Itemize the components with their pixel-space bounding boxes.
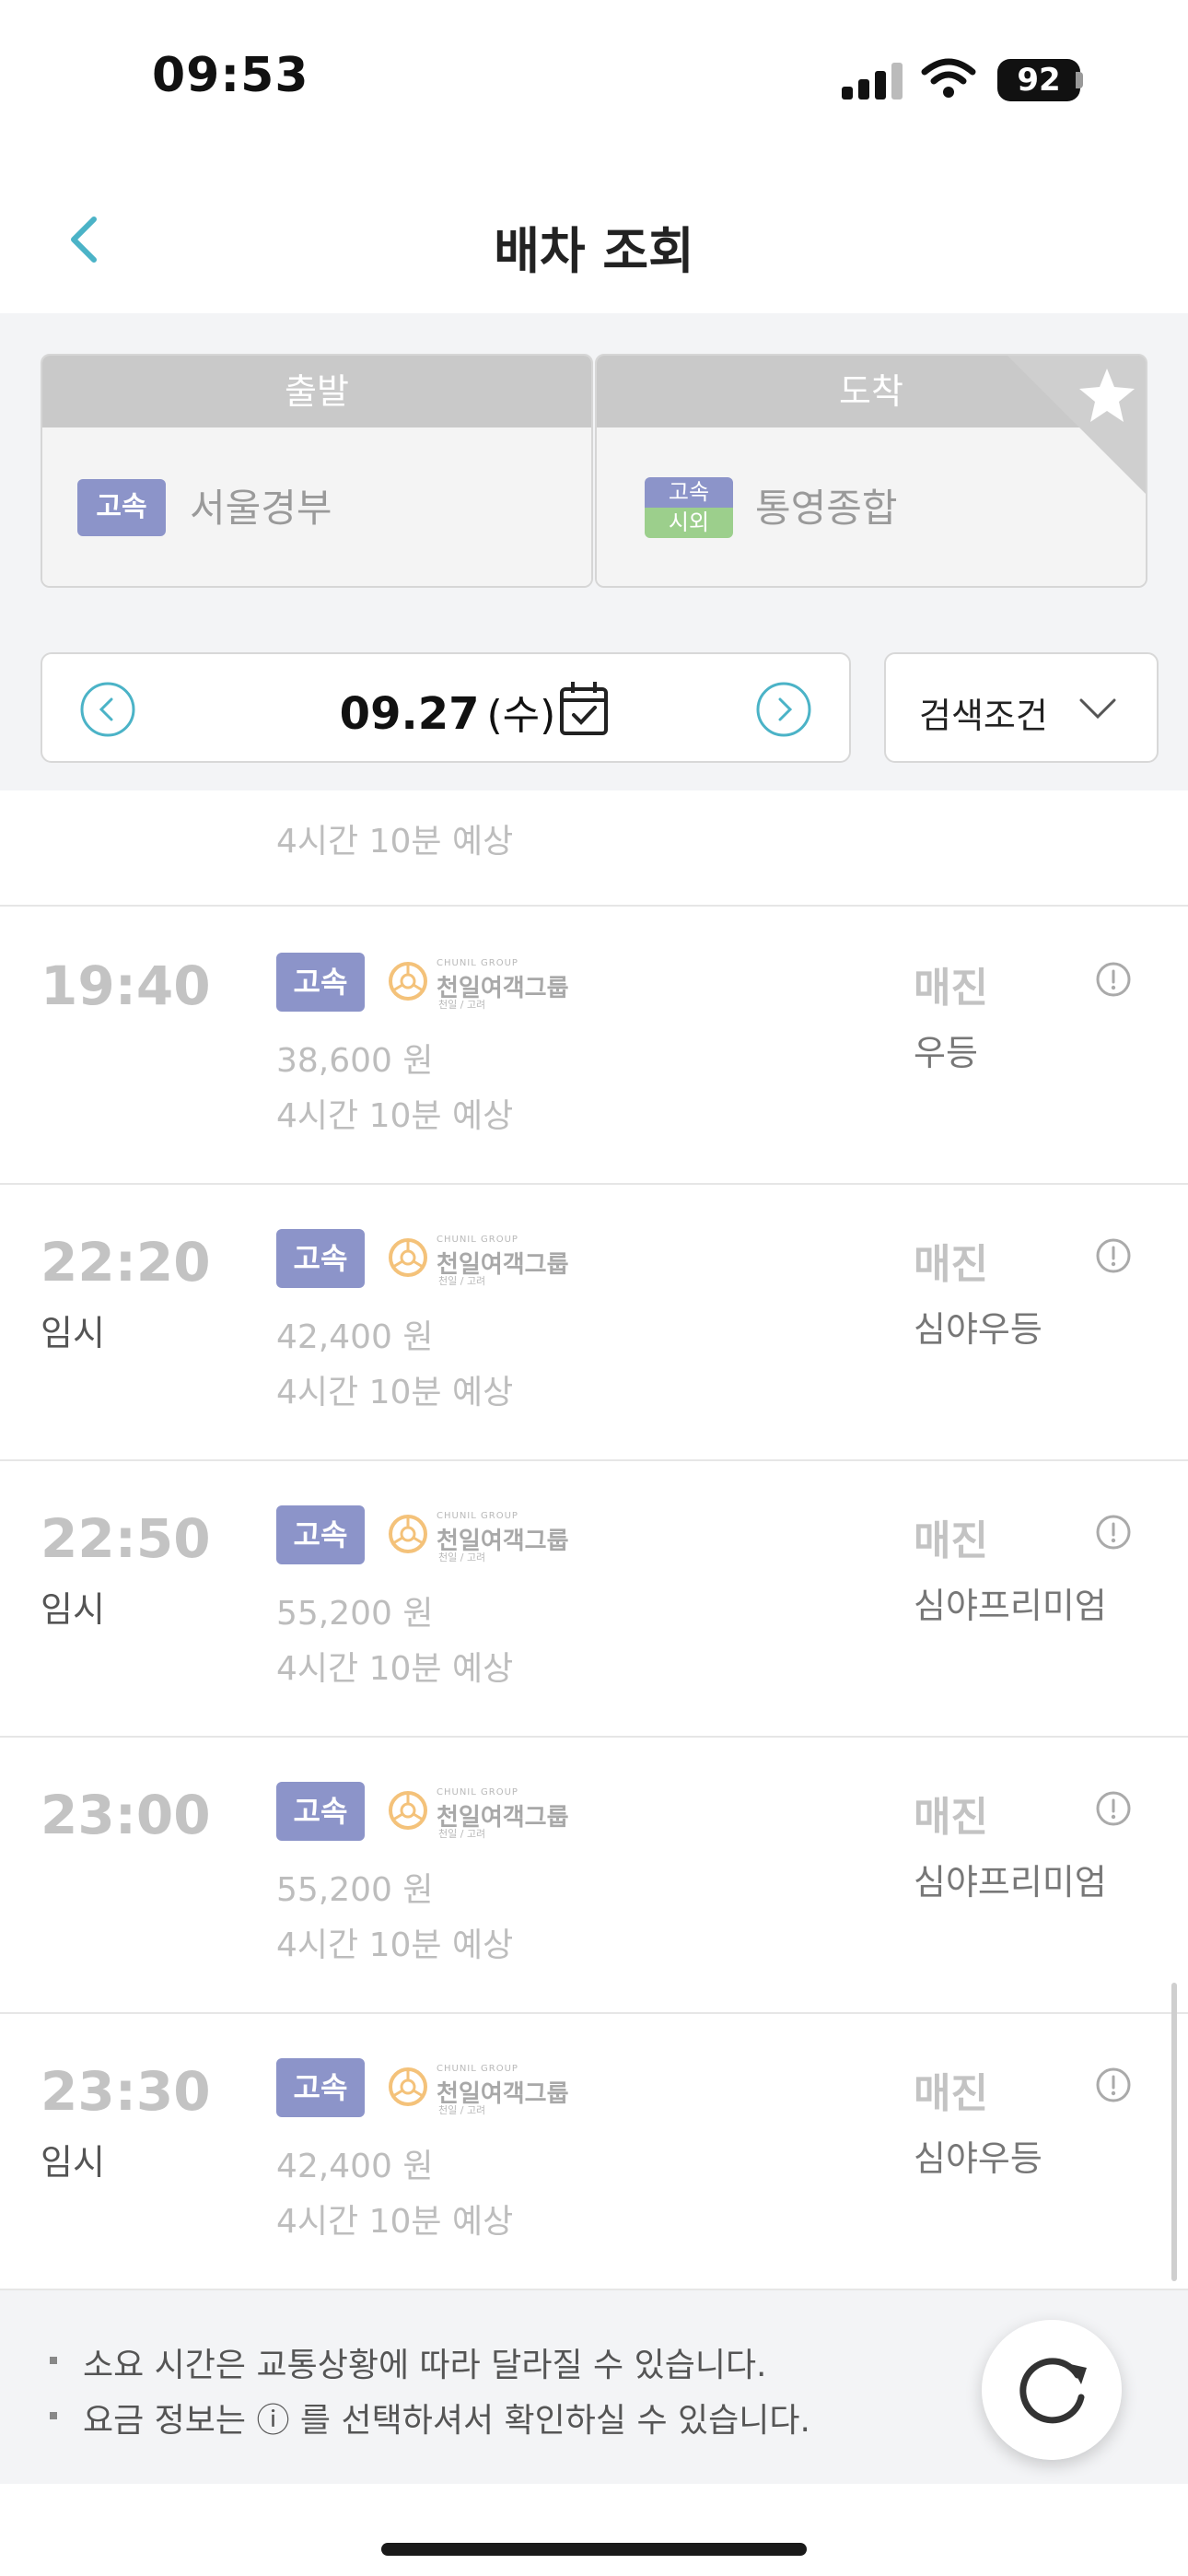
chevron-down-icon: [1079, 698, 1116, 720]
note-fare-info: 요금 정보는 ⓘ 를 선택하셔서 확인하실 수 있습니다.: [50, 2394, 810, 2441]
duration: 4시간 10분 예상: [276, 1097, 514, 1135]
info-icon[interactable]: [1094, 1789, 1133, 1828]
fare: 55,200 원: [276, 1595, 434, 1633]
temporary-label: 임시: [41, 1589, 105, 1630]
date-selector: 09.27 (수): [41, 652, 851, 763]
express-badge: 고속: [276, 953, 365, 1012]
departure-label: 출발: [42, 356, 591, 427]
duration: 4시간 10분 예상: [276, 1374, 514, 1411]
duration: 4시간 10분 예상: [276, 1926, 514, 1964]
company-emblem-icon: [389, 1791, 427, 1830]
fare: 42,400 원: [276, 1318, 434, 1356]
app-header: 배차 조회: [0, 157, 1188, 313]
table-row[interactable]: 22:50 임시 고속 CHUNIL GROUP 천일여객그룹 천일 / 고려 …: [0, 1461, 1188, 1738]
express-intercity-badge: 고속 시외: [645, 477, 733, 538]
express-badge: 고속: [276, 2058, 365, 2117]
note-travel-time: 소요 시간은 교통상황에 따라 달라질 수 있습니다.: [50, 2338, 767, 2386]
route-section: 출발 고속 서울경부 도착 고속 시외 통영종합: [0, 313, 1188, 625]
info-icon[interactable]: [1094, 1236, 1133, 1275]
status-bar: 09:53 92: [0, 0, 1188, 157]
departure-time: 23:30: [41, 2060, 211, 2123]
bus-grade: 우등: [914, 1033, 978, 1073]
battery-indicator: 92: [997, 59, 1080, 101]
duration: 4시간 10분 예상: [276, 1650, 514, 1688]
departure-time: 22:50: [41, 1507, 211, 1570]
company-emblem-icon: [389, 962, 427, 1001]
next-date-button[interactable]: [755, 681, 812, 738]
arrival-selector[interactable]: 도착 고속 시외 통영종합: [595, 354, 1147, 588]
bus-grade: 심야프리미엄: [914, 1586, 1107, 1626]
bus-grade: 심야우등: [914, 2138, 1042, 2179]
seat-status: 매진: [914, 1241, 988, 1288]
seat-status: 매진: [914, 1794, 988, 1841]
favorite-star-icon[interactable]: [1007, 356, 1146, 494]
refresh-button[interactable]: [982, 2320, 1122, 2460]
search-filter-dropdown[interactable]: 검색조건: [884, 652, 1159, 763]
company-emblem-icon: [389, 1238, 427, 1277]
company-logo: CHUNIL GROUP 천일여객그룹 천일 / 고려: [387, 2058, 571, 2117]
fare: 55,200 원: [276, 1871, 434, 1909]
temporary-label: 임시: [41, 2142, 105, 2183]
selected-date[interactable]: 09.27 (수): [42, 682, 853, 741]
company-logo: CHUNIL GROUP 천일여객그룹 천일 / 고려: [387, 1505, 571, 1564]
company-logo: CHUNIL GROUP 천일여객그룹 천일 / 고려: [387, 1782, 571, 1841]
company-emblem-icon: [389, 2067, 427, 2106]
departure-selector[interactable]: 출발 고속 서울경부: [41, 354, 593, 588]
status-time: 09:53: [152, 48, 309, 103]
arrival-terminal: 통영종합: [755, 486, 898, 531]
express-badge: 고속: [276, 1229, 365, 1288]
seat-status: 매진: [914, 965, 988, 1012]
page-title: 배차 조회: [494, 222, 694, 280]
filter-label: 검색조건: [919, 696, 1048, 736]
duration: 4시간 10분 예상: [276, 823, 514, 861]
table-row[interactable]: 19:40 고속 CHUNIL GROUP 천일여객그룹 천일 / 고려 38,…: [0, 908, 1188, 1185]
info-icon[interactable]: [1094, 2066, 1133, 2104]
table-row[interactable]: 4시간 10분 예상: [0, 790, 1188, 907]
seat-status: 매진: [914, 2070, 988, 2117]
battery-tip: [1076, 72, 1083, 88]
company-logo: CHUNIL GROUP 천일여객그룹 천일 / 고려: [387, 1229, 571, 1288]
calendar-icon[interactable]: [558, 680, 610, 737]
scrollbar[interactable]: [1171, 1983, 1177, 2281]
wifi-icon: [921, 58, 976, 98]
express-badge: 고속: [276, 1505, 365, 1564]
bus-grade: 심야우등: [914, 1309, 1042, 1350]
date-bar: 09.27 (수) 검색조건: [0, 625, 1188, 790]
fare: 38,600 원: [276, 1042, 434, 1080]
fare: 42,400 원: [276, 2148, 434, 2185]
express-badge: 고속: [77, 479, 166, 536]
company-emblem-icon: [389, 1515, 427, 1553]
table-row[interactable]: 22:20 임시 고속 CHUNIL GROUP 천일여객그룹 천일 / 고려 …: [0, 1185, 1188, 1461]
schedule-list[interactable]: 4시간 10분 예상 19:40 고속 CHUNIL GROUP 천일여객그룹 …: [0, 790, 1188, 2290]
home-indicator: [381, 2543, 807, 2556]
info-icon[interactable]: [1094, 960, 1133, 999]
company-logo: CHUNIL GROUP 천일여객그룹 천일 / 고려: [387, 953, 571, 1012]
duration: 4시간 10분 예상: [276, 2203, 514, 2241]
seat-status: 매진: [914, 1517, 988, 1564]
departure-time: 22:20: [41, 1231, 211, 1294]
bus-grade: 심야프리미엄: [914, 1862, 1107, 1903]
signal-icon: [842, 63, 903, 100]
departure-terminal: 서울경부: [190, 486, 332, 531]
express-badge: 고속: [276, 1782, 365, 1841]
table-row[interactable]: 23:30 임시 고속 CHUNIL GROUP 천일여객그룹 천일 / 고려 …: [0, 2014, 1188, 2290]
departure-time: 23:00: [41, 1784, 211, 1846]
info-icon[interactable]: [1094, 1513, 1133, 1551]
temporary-label: 임시: [41, 1313, 105, 1353]
table-row[interactable]: 23:00 고속 CHUNIL GROUP 천일여객그룹 천일 / 고려 55,…: [0, 1738, 1188, 2014]
departure-time: 19:40: [41, 954, 211, 1017]
